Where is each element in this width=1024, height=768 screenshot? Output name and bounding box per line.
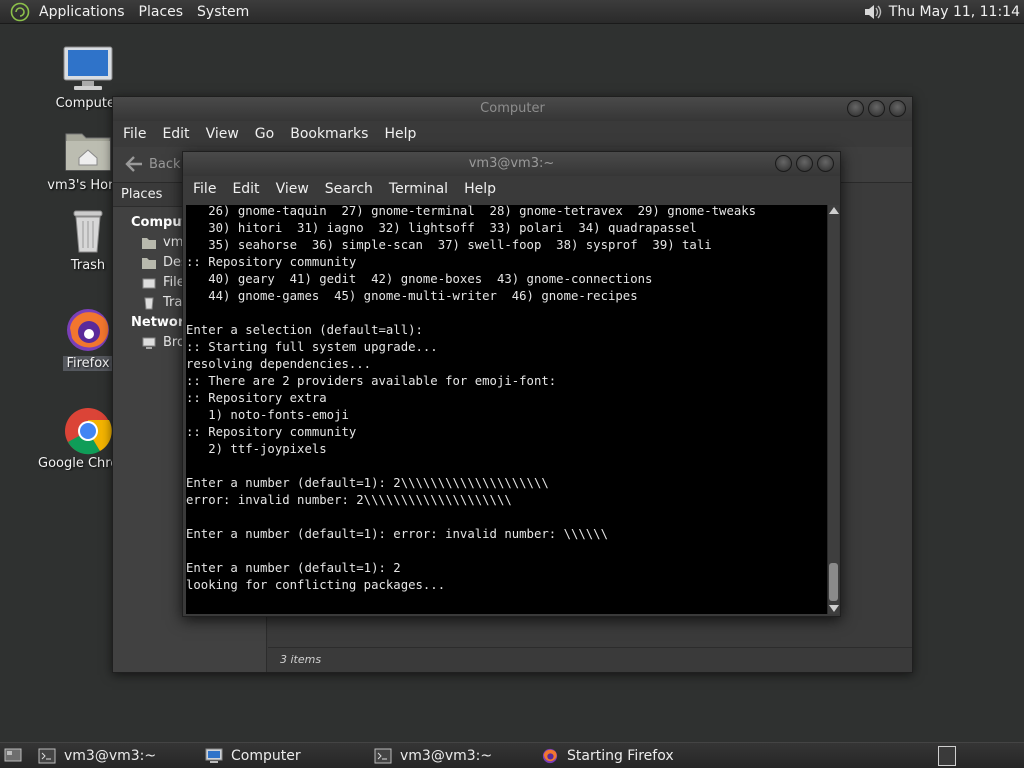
firefox-icon: [542, 748, 558, 764]
scroll-down-icon[interactable]: [829, 605, 839, 612]
terminal-line: Enter a number (default=1): 2: [186, 561, 401, 575]
terminal-window: vm3@vm3:~ File Edit View Search Terminal…: [182, 151, 841, 617]
terminal-line: 2) ttf-joypixels: [186, 442, 327, 456]
terminal-output[interactable]: 26) gnome-taquin 27) gnome-terminal 28) …: [186, 203, 827, 614]
maximize-button[interactable]: [796, 155, 813, 172]
menu-edit[interactable]: Edit: [224, 181, 267, 197]
minimize-button[interactable]: [847, 100, 864, 117]
menu-view[interactable]: View: [198, 126, 247, 142]
close-button[interactable]: [817, 155, 834, 172]
file-manager-menubar: File Edit View Go Bookmarks Help: [113, 121, 912, 147]
status-text: 3 items: [280, 653, 322, 666]
taskbar-item-label: Starting Firefox: [567, 748, 674, 764]
taskbar-item-computer[interactable]: Computer: [205, 746, 301, 766]
terminal-line: 26) gnome-taquin 27) gnome-terminal 28) …: [186, 204, 757, 218]
volume-icon[interactable]: [861, 1, 883, 23]
drive-icon: [142, 278, 156, 289]
menu-search[interactable]: Search: [317, 181, 381, 197]
terminal-line: Enter a number (default=1): 2\\\\\\\\\\\…: [186, 476, 549, 490]
workspace-switcher[interactable]: [938, 746, 956, 766]
distro-logo-icon[interactable]: [8, 0, 32, 24]
menu-file[interactable]: File: [115, 126, 154, 142]
menu-terminal[interactable]: Terminal: [381, 181, 456, 197]
scrollbar-thumb[interactable]: [829, 563, 838, 601]
bottom-panel: vm3@vm3:~ Computer vm3@vm3:~ Starting Fi…: [0, 742, 1024, 768]
terminal-line: looking for conflicting packages...: [186, 578, 446, 592]
taskbar-item-terminal-2[interactable]: vm3@vm3:~: [374, 746, 492, 766]
terminal-icon: [38, 748, 56, 764]
computer-icon: [205, 748, 223, 763]
back-button[interactable]: Back: [123, 154, 181, 174]
menu-help[interactable]: Help: [456, 181, 504, 197]
window-title: vm3@vm3:~: [468, 156, 555, 171]
file-manager-statusbar: 3 items: [268, 647, 912, 672]
terminal-text: 26) gnome-taquin 27) gnome-terminal 28) …: [186, 203, 827, 594]
home-folder-icon: [142, 238, 156, 249]
terminal-line: 35) seahorse 36) simple-scan 37) swell-f…: [186, 238, 712, 252]
show-desktop-icon[interactable]: [4, 747, 22, 764]
terminal-line: Enter a number (default=1): error: inval…: [186, 527, 608, 541]
menu-edit[interactable]: Edit: [154, 126, 197, 142]
minimize-button[interactable]: [775, 155, 792, 172]
terminal-line: :: Repository community: [186, 425, 357, 439]
taskbar-item-label: vm3@vm3:~: [64, 748, 157, 764]
terminal-line: error: invalid number: 2\\\\\\\\\\\\\\\\…: [186, 493, 512, 507]
terminal-icon: [374, 748, 392, 764]
menu-file[interactable]: File: [185, 181, 224, 197]
desktop-folder-icon: [142, 258, 156, 269]
menu-view[interactable]: View: [268, 181, 317, 197]
terminal-line: :: Repository community: [186, 255, 357, 269]
taskbar-item-terminal-1[interactable]: vm3@vm3:~: [38, 746, 156, 766]
terminal-line: :: Starting full system upgrade...: [186, 340, 438, 354]
clock[interactable]: Thu May 11, 11:14: [889, 4, 1020, 20]
maximize-button[interactable]: [868, 100, 885, 117]
terminal-line: :: There are 2 providers available for e…: [186, 374, 557, 388]
file-manager-titlebar[interactable]: Computer: [113, 97, 912, 121]
menu-go[interactable]: Go: [247, 126, 282, 142]
system-menu[interactable]: System: [190, 0, 256, 24]
applications-menu[interactable]: Applications: [32, 0, 132, 24]
terminal-line: Enter a selection (default=all):: [186, 323, 423, 337]
desktop-icon-label: Firefox: [63, 356, 113, 371]
terminal-line: 40) geary 41) gedit 42) gnome-boxes 43) …: [186, 272, 653, 286]
terminal-line: resolving dependencies...: [186, 357, 372, 371]
trash-icon: [144, 297, 154, 310]
terminal-line: 1) noto-fonts-emoji: [186, 408, 349, 422]
chrome-icon: [62, 406, 114, 455]
terminal-scrollbar[interactable]: [827, 205, 839, 614]
close-button[interactable]: [889, 100, 906, 117]
terminal-titlebar[interactable]: vm3@vm3:~: [183, 152, 840, 176]
window-title: Computer: [480, 101, 545, 116]
terminal-line: 30) hitori 31) iagno 32) lightsoff 33) p…: [186, 221, 697, 235]
menu-help[interactable]: Help: [376, 126, 424, 142]
network-icon: [142, 337, 156, 349]
computer-icon: [62, 46, 114, 94]
top-panel: Applications Places System Thu May 11, 1…: [0, 0, 1024, 24]
terminal-line: 44) gnome-games 45) gnome-multi-writer 4…: [186, 289, 638, 303]
terminal-menubar: File Edit View Search Terminal Help: [183, 176, 840, 202]
firefox-icon: [62, 306, 114, 354]
taskbar-item-label: Computer: [231, 748, 301, 764]
taskbar-item-label: vm3@vm3:~: [400, 748, 493, 764]
back-arrow-icon: [125, 156, 142, 172]
terminal-line: :: Repository extra: [186, 391, 327, 405]
taskbar-item-firefox[interactable]: Starting Firefox: [541, 746, 674, 766]
home-folder-icon: [62, 128, 114, 176]
menu-bookmarks[interactable]: Bookmarks: [282, 126, 376, 142]
places-menu[interactable]: Places: [132, 0, 191, 24]
scroll-up-icon[interactable]: [829, 207, 839, 214]
back-label: Back: [149, 156, 181, 172]
trash-icon: [62, 208, 114, 256]
